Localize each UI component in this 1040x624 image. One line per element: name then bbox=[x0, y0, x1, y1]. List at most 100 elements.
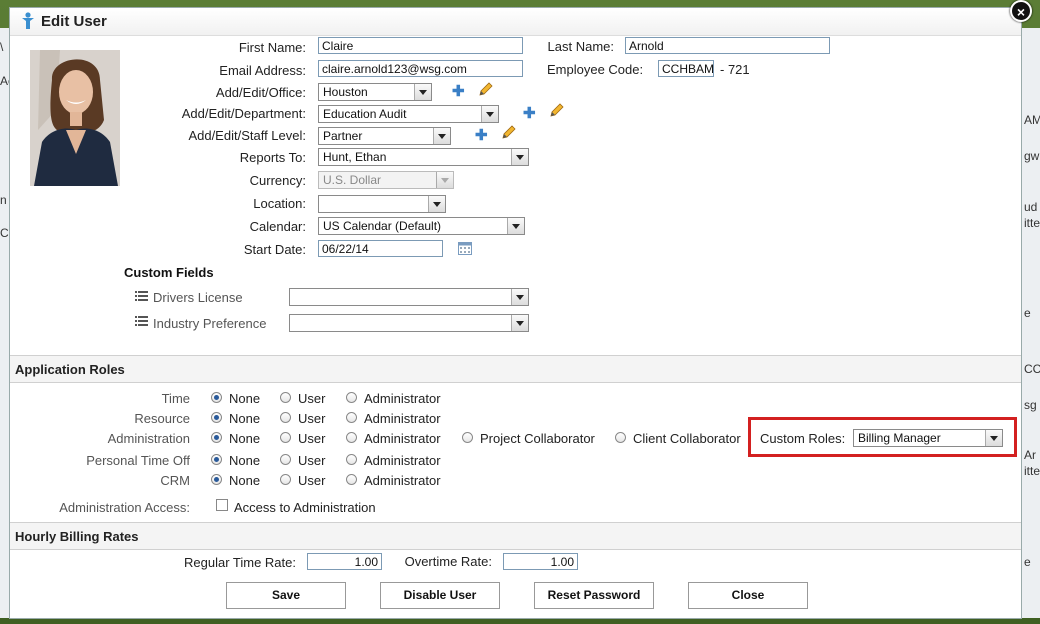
disable-user-button[interactable]: Disable User bbox=[380, 582, 500, 609]
radio-none[interactable] bbox=[211, 454, 222, 465]
role-label: Time bbox=[161, 391, 190, 406]
staff-level-select[interactable]: Partner bbox=[318, 127, 451, 145]
first-name-field[interactable]: Claire bbox=[318, 37, 523, 54]
radio-user[interactable] bbox=[280, 392, 291, 403]
radio-project-collaborator-label: Project Collaborator bbox=[480, 431, 595, 446]
radio-user-label: User bbox=[298, 453, 326, 468]
list-icon bbox=[135, 291, 148, 301]
radio-administrator[interactable] bbox=[346, 432, 357, 443]
add-office-icon[interactable]: ✚ bbox=[452, 84, 465, 99]
radio-administrator[interactable] bbox=[346, 454, 357, 465]
regular-time-rate-label: Regular Time Rate: bbox=[184, 555, 296, 570]
chevron-down-icon bbox=[511, 289, 528, 305]
custom-roles-label: Custom Roles: bbox=[760, 431, 846, 446]
radio-project-collaborator[interactable] bbox=[462, 432, 473, 443]
save-button[interactable]: Save bbox=[226, 582, 346, 609]
background-text: itte bbox=[1024, 464, 1040, 478]
employee-code-suffix: - 721 bbox=[720, 62, 750, 77]
admin-access-label: Administration Access: bbox=[59, 500, 190, 515]
background-text: itte bbox=[1024, 216, 1040, 230]
chevron-down-icon bbox=[428, 196, 445, 212]
calendar-label: Calendar: bbox=[249, 219, 306, 234]
office-select-value: Houston bbox=[323, 85, 368, 99]
background-text: ud bbox=[1024, 200, 1038, 214]
calendar-select[interactable]: US Calendar (Default) bbox=[318, 217, 525, 235]
role-label: Resource bbox=[134, 411, 190, 426]
industry-preference-select[interactable] bbox=[289, 314, 529, 332]
radio-none[interactable] bbox=[211, 474, 222, 485]
custom-field-label: Industry Preference bbox=[153, 316, 267, 331]
radio-administrator[interactable] bbox=[346, 412, 357, 423]
overtime-rate-field[interactable]: 1.00 bbox=[503, 553, 578, 570]
location-select[interactable] bbox=[318, 195, 446, 213]
chevron-down-icon bbox=[511, 149, 528, 165]
last-name-label: Last Name: bbox=[547, 39, 614, 54]
custom-field-label: Drivers License bbox=[153, 290, 243, 305]
background-text: C bbox=[0, 226, 9, 240]
chevron-down-icon bbox=[511, 315, 528, 331]
chevron-down-icon bbox=[985, 430, 1002, 446]
background-text: sg bbox=[1024, 398, 1037, 412]
radio-none[interactable] bbox=[211, 432, 222, 443]
radio-user-label: User bbox=[298, 431, 326, 446]
last-name-field[interactable]: Arnold bbox=[625, 37, 830, 54]
location-label: Location: bbox=[253, 196, 306, 211]
staff-level-select-value: Partner bbox=[323, 129, 363, 143]
edit-office-pencil-icon[interactable] bbox=[477, 82, 493, 98]
calendar-icon[interactable] bbox=[458, 241, 472, 255]
radio-user[interactable] bbox=[280, 454, 291, 465]
radio-administrator[interactable] bbox=[346, 392, 357, 403]
radio-none[interactable] bbox=[211, 412, 222, 423]
drivers-license-select[interactable] bbox=[289, 288, 529, 306]
edit-user-dialog: Edit User First Name: Claire Last Name: … bbox=[9, 7, 1022, 619]
radio-administrator-label: Administrator bbox=[364, 431, 441, 446]
close-button[interactable]: Close bbox=[688, 582, 808, 609]
user-photo[interactable] bbox=[30, 50, 120, 186]
list-icon bbox=[135, 316, 148, 326]
radio-administrator[interactable] bbox=[346, 474, 357, 485]
close-dialog-icon[interactable]: × bbox=[1010, 0, 1032, 22]
radio-none-label: None bbox=[229, 391, 261, 406]
add-department-icon[interactable]: ✚ bbox=[523, 106, 536, 121]
regular-time-rate-field[interactable]: 1.00 bbox=[307, 553, 382, 570]
radio-client-collaborator-label: Client Collaborator bbox=[633, 431, 741, 446]
add-staff-level-icon[interactable]: ✚ bbox=[475, 128, 488, 143]
radio-none-label: None bbox=[229, 453, 261, 468]
background-text: AM bbox=[1024, 113, 1040, 127]
email-field[interactable]: claire.arnold123@wsg.com bbox=[318, 60, 523, 77]
radio-administrator-label: Administrator bbox=[364, 473, 441, 488]
access-to-administration-checkbox[interactable] bbox=[216, 499, 228, 511]
edit-staff-level-pencil-icon[interactable] bbox=[500, 125, 516, 141]
radio-user[interactable] bbox=[280, 412, 291, 423]
radio-client-collaborator[interactable] bbox=[615, 432, 626, 443]
radio-user-label: User bbox=[298, 473, 326, 488]
custom-roles-select[interactable]: Billing Manager bbox=[853, 429, 1003, 447]
user-icon bbox=[22, 12, 34, 29]
radio-none[interactable] bbox=[211, 392, 222, 403]
dialog-title: Edit User bbox=[41, 13, 107, 30]
role-label: Personal Time Off bbox=[86, 453, 190, 468]
user-photo-image bbox=[30, 50, 120, 186]
background-text: gw bbox=[1024, 149, 1040, 163]
role-label: Administration bbox=[107, 431, 190, 446]
role-label: CRM bbox=[160, 473, 190, 488]
background-text: n bbox=[0, 193, 7, 207]
reports-to-select[interactable]: Hunt, Ethan bbox=[318, 148, 529, 166]
edit-department-pencil-icon[interactable] bbox=[548, 103, 564, 119]
radio-none-label: None bbox=[229, 473, 261, 488]
custom-fields-title: Custom Fields bbox=[124, 265, 214, 280]
reset-password-button[interactable]: Reset Password bbox=[534, 582, 654, 609]
custom-roles-select-value: Billing Manager bbox=[858, 431, 941, 445]
start-date-field[interactable]: 06/22/14 bbox=[318, 240, 443, 257]
staff-level-label: Add/Edit/Staff Level: bbox=[188, 128, 306, 143]
department-select[interactable]: Education Audit bbox=[318, 105, 499, 123]
employee-code-field[interactable]: CCHBAM bbox=[658, 60, 714, 77]
radio-user[interactable] bbox=[280, 432, 291, 443]
office-select[interactable]: Houston bbox=[318, 83, 432, 101]
radio-user-label: User bbox=[298, 391, 326, 406]
radio-user[interactable] bbox=[280, 474, 291, 485]
reports-to-select-value: Hunt, Ethan bbox=[323, 150, 387, 164]
application-roles-header: Application Roles bbox=[10, 355, 1021, 383]
employee-code-label: Employee Code: bbox=[547, 62, 644, 77]
radio-administrator-label: Administrator bbox=[364, 391, 441, 406]
